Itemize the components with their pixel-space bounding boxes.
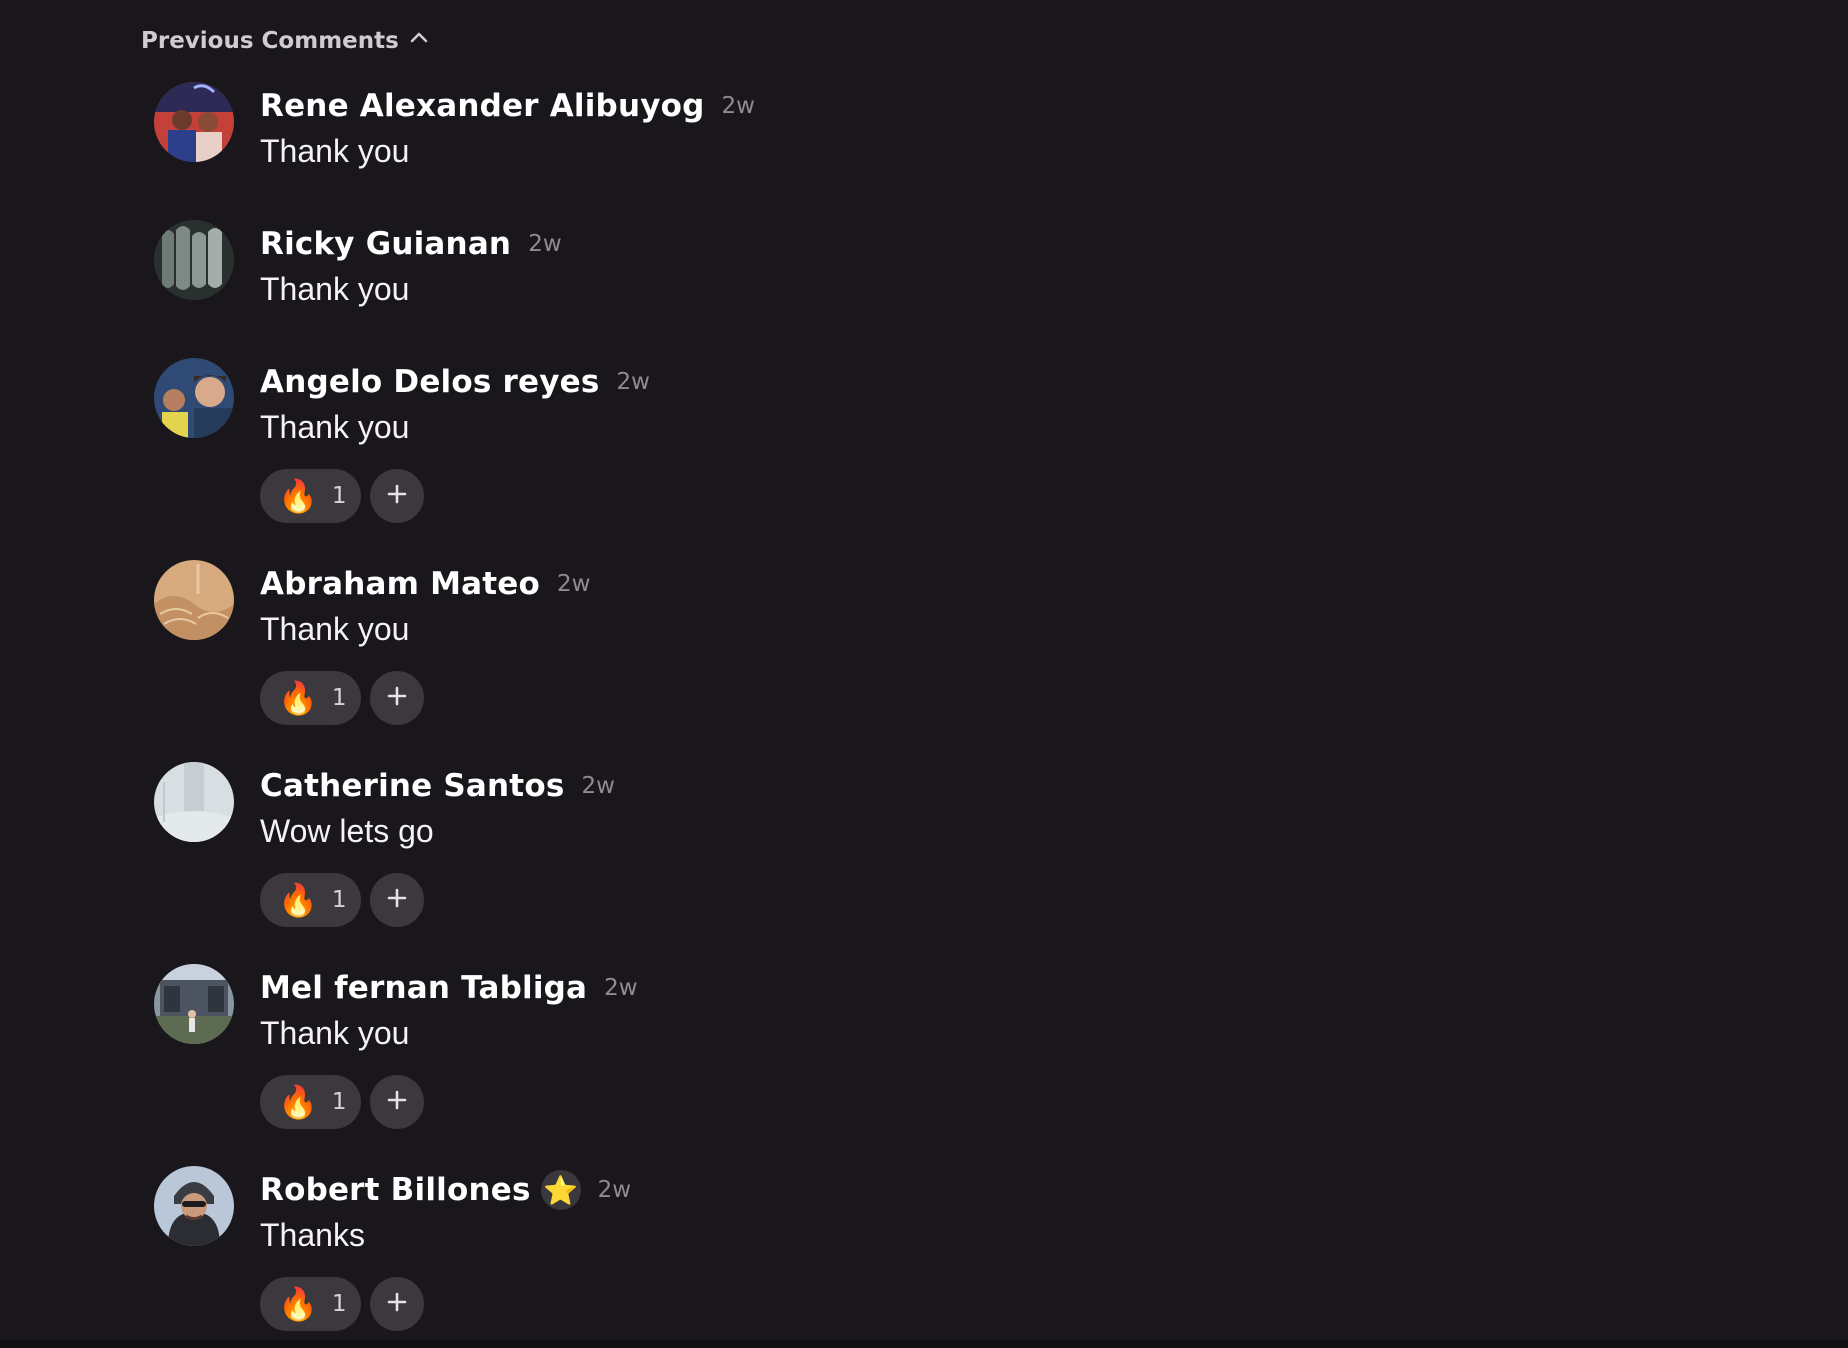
- avatar[interactable]: [154, 220, 234, 300]
- avatar[interactable]: [154, 82, 234, 162]
- comment-item: Ricky Guianan 2w Thank you: [154, 220, 1654, 358]
- comment-timestamp: 2w: [721, 93, 755, 119]
- comment-text: Wow lets go: [260, 813, 434, 849]
- fire-icon: 🔥: [278, 679, 318, 717]
- reaction-bar: 🔥 1: [260, 469, 650, 523]
- comments-page: Previous Comments Rene Alexander Alibuyo…: [0, 0, 1848, 1348]
- comment-text: Thank you: [260, 611, 410, 647]
- fire-icon: 🔥: [278, 881, 318, 919]
- plus-icon: [386, 483, 408, 509]
- fire-icon: 🔥: [278, 1083, 318, 1121]
- add-reaction-button[interactable]: [370, 1075, 425, 1129]
- comment-author[interactable]: Ricky Guianan: [260, 226, 511, 262]
- comment-timestamp: 2w: [528, 231, 562, 257]
- previous-comments-label: Previous Comments: [141, 28, 399, 54]
- avatar[interactable]: [154, 1166, 234, 1246]
- add-reaction-button[interactable]: [370, 671, 425, 725]
- plus-icon: [386, 685, 408, 711]
- comment-author[interactable]: Robert Billones: [260, 1172, 531, 1208]
- avatar[interactable]: [154, 762, 234, 842]
- bottom-edge-bar: [0, 1340, 1848, 1348]
- reaction-bar: 🔥 1: [260, 1277, 631, 1331]
- comment-author[interactable]: Rene Alexander Alibuyog: [260, 88, 705, 124]
- chevron-up-icon: [409, 28, 429, 54]
- reaction-count: 1: [331, 887, 347, 913]
- comment-item: Angelo Delos reyes 2w Thank you 🔥 1: [154, 358, 1654, 560]
- avatar[interactable]: [154, 560, 234, 640]
- comment-author[interactable]: Mel fernan Tabliga: [260, 970, 587, 1006]
- comment-text: Thanks: [260, 1217, 365, 1253]
- comment-timestamp: 2w: [597, 1177, 632, 1203]
- add-reaction-button[interactable]: [370, 1277, 425, 1331]
- comment-list: Rene Alexander Alibuyog 2w Thank you Ric…: [154, 82, 1654, 1348]
- reaction-bar: 🔥 1: [260, 671, 590, 725]
- reaction-count: 1: [331, 1291, 347, 1317]
- reaction-bar: 🔥 1: [260, 873, 615, 927]
- comment-item: Abraham Mateo 2w Thank you 🔥 1: [154, 560, 1654, 762]
- reaction-bar: 🔥 1: [260, 1075, 638, 1129]
- comment-text: Thank you: [260, 271, 410, 307]
- reaction-count: 1: [331, 685, 347, 711]
- add-reaction-button[interactable]: [370, 469, 425, 523]
- plus-icon: [386, 1291, 408, 1317]
- fire-reaction-button[interactable]: 🔥 1: [260, 671, 362, 725]
- reaction-count: 1: [331, 1089, 347, 1115]
- comment-author[interactable]: Catherine Santos: [260, 768, 564, 804]
- comment-author[interactable]: Angelo Delos reyes: [260, 364, 600, 400]
- comment-timestamp: 2w: [581, 773, 615, 799]
- comment-text: Thank you: [260, 409, 410, 445]
- fire-reaction-button[interactable]: 🔥 1: [260, 1075, 362, 1129]
- star-badge-icon: ⭐: [540, 1170, 581, 1210]
- fire-icon: 🔥: [278, 1285, 318, 1323]
- previous-comments-toggle[interactable]: Previous Comments: [141, 28, 429, 54]
- comment-timestamp: 2w: [604, 975, 638, 1001]
- comment-text: Thank you: [260, 1015, 410, 1051]
- plus-icon: [386, 1089, 408, 1115]
- fire-reaction-button[interactable]: 🔥 1: [260, 1277, 362, 1331]
- plus-icon: [386, 887, 408, 913]
- fire-icon: 🔥: [278, 477, 318, 515]
- fire-reaction-button[interactable]: 🔥 1: [260, 873, 362, 927]
- fire-reaction-button[interactable]: 🔥 1: [260, 469, 362, 523]
- avatar[interactable]: [154, 964, 234, 1044]
- comment-item: Mel fernan Tabliga 2w Thank you 🔥 1: [154, 964, 1654, 1166]
- comment-timestamp: 2w: [616, 369, 650, 395]
- reaction-count: 1: [331, 483, 347, 509]
- comment-author[interactable]: Abraham Mateo: [260, 566, 540, 602]
- avatar[interactable]: [154, 358, 234, 438]
- comment-timestamp: 2w: [556, 571, 591, 597]
- comment-item: Robert Billones ⭐ 2w Thanks 🔥 1: [154, 1166, 1654, 1348]
- comment-item: Catherine Santos 2w Wow lets go 🔥 1: [154, 762, 1654, 964]
- comment-text: Thank you: [260, 133, 410, 169]
- comment-item: Rene Alexander Alibuyog 2w Thank you: [154, 82, 1654, 220]
- add-reaction-button[interactable]: [370, 873, 425, 927]
